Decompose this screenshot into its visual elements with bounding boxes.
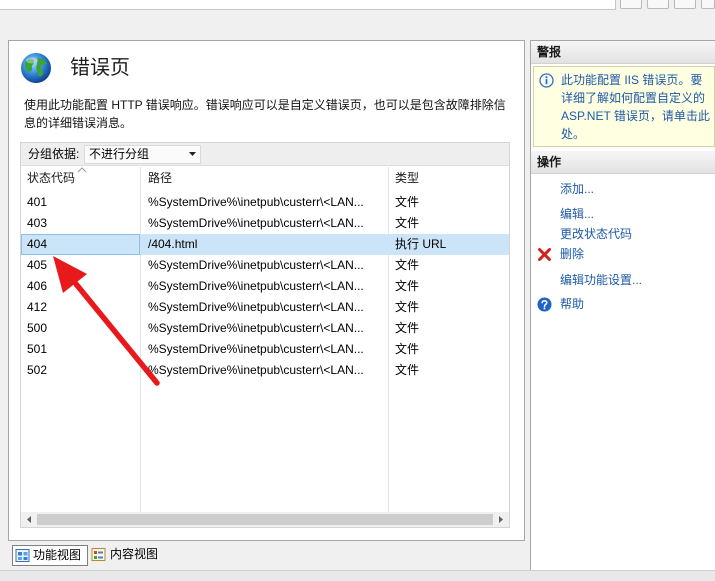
edit-feature-settings-action[interactable]: 编辑功能设置... (560, 270, 642, 290)
type-cell: 文件 (395, 300, 420, 314)
alerts-header[interactable]: 警报 (531, 41, 715, 64)
path-cell: %SystemDrive%\inetpub\custerr\<LAN... (148, 279, 364, 293)
toolbar-button[interactable] (647, 0, 669, 9)
feature-pane: 错误页 使用此功能配置 HTTP 错误响应。错误响应可以是自定义错误页，也可以是… (8, 40, 525, 541)
table-row[interactable]: 502 %SystemDrive%\inetpub\custerr\<LAN..… (21, 360, 509, 381)
type-cell: 文件 (395, 216, 420, 230)
group-by-bar: 分组依据: 不进行分组 (21, 143, 509, 166)
description-line: 息的详细错误消息。 (24, 116, 133, 130)
path-cell: /404.html (148, 237, 198, 251)
actions-header[interactable]: 操作 (531, 151, 715, 174)
table-row[interactable]: 405 %SystemDrive%\inetpub\custerr\<LAN..… (21, 255, 509, 276)
type-cell: 文件 (395, 258, 420, 272)
type-cell: 执行 URL (395, 237, 447, 251)
table-row-selected[interactable]: 404 /404.html 执行 URL (21, 234, 509, 255)
alert-text-line: 处。 (561, 127, 586, 141)
path-cell: %SystemDrive%\inetpub\custerr\<LAN... (148, 342, 364, 356)
edit-action[interactable]: 编辑... (560, 204, 594, 224)
description-line: 使用此功能配置 HTTP 错误响应。错误响应可以是自定义错误页，也可以是包含故障… (24, 98, 506, 112)
chevron-down-icon (189, 152, 196, 156)
help-icon (537, 297, 552, 312)
alert-help-link[interactable]: 此功能配置 IIS 错误页。要 详细了解如何配置自定义的 ASP.NET 错误页… (561, 71, 710, 143)
alert-text-line: ASP.NET 错误页，请单击此 (561, 109, 710, 123)
add-action[interactable]: 添加... (560, 179, 594, 199)
status-bar (0, 570, 715, 581)
status-code-cell: 412 (27, 300, 48, 314)
delete-action[interactable]: 删除 (560, 244, 584, 264)
status-code-cell: 501 (27, 342, 48, 356)
column-header-type[interactable]: 类型 (395, 167, 419, 190)
scrollbar-thumb[interactable] (37, 514, 493, 525)
alerts-header-title: 警报 (537, 45, 562, 59)
status-code-cell: 401 (27, 195, 48, 209)
type-cell: 文件 (395, 321, 420, 335)
toolbar-button[interactable] (620, 0, 642, 9)
column-header-path[interactable]: 路径 (148, 167, 172, 190)
status-code-cell: 404 (21, 234, 140, 255)
top-toolbar-strip (0, 0, 616, 10)
path-cell: %SystemDrive%\inetpub\custerr\<LAN... (148, 216, 364, 230)
group-by-value: 不进行分组 (89, 147, 150, 161)
type-cell: 文件 (395, 279, 420, 293)
help-action[interactable]: 帮助 (560, 294, 584, 314)
path-cell: %SystemDrive%\inetpub\custerr\<LAN... (148, 258, 364, 272)
change-status-code-action[interactable]: 更改状态代码 (560, 224, 632, 244)
status-code-cell: 502 (27, 363, 48, 377)
scroll-right-icon[interactable] (493, 512, 509, 527)
column-header-status-code[interactable]: 状态代码 (27, 167, 75, 190)
alert-text-line: 此功能配置 IIS 错误页。要 (561, 73, 703, 87)
toolbar-button[interactable] (674, 0, 696, 9)
alert-box: 此功能配置 IIS 错误页。要 详细了解如何配置自定义的 ASP.NET 错误页… (533, 66, 715, 147)
type-cell: 文件 (395, 342, 420, 356)
type-cell: 文件 (395, 363, 420, 377)
content-view-icon (91, 548, 106, 561)
toolbar-button[interactable] (701, 0, 715, 9)
status-code-cell: 405 (27, 258, 48, 272)
globe-icon (20, 52, 52, 84)
table-row[interactable]: 401 %SystemDrive%\inetpub\custerr\<LAN..… (21, 192, 509, 213)
info-icon (539, 73, 554, 88)
tab-label: 功能视图 (33, 548, 82, 562)
horizontal-scrollbar[interactable] (21, 512, 509, 527)
type-cell: 文件 (395, 195, 420, 209)
table-row[interactable]: 500 %SystemDrive%\inetpub\custerr\<LAN..… (21, 318, 509, 339)
status-code-cell: 406 (27, 279, 48, 293)
status-code-cell: 403 (27, 216, 48, 230)
status-code-cell: 500 (27, 321, 48, 335)
group-by-label: 分组依据: (28, 147, 80, 161)
page-title: 错误页 (70, 57, 130, 79)
scroll-left-icon[interactable] (21, 512, 37, 527)
path-cell: %SystemDrive%\inetpub\custerr\<LAN... (148, 321, 364, 335)
tab-features-view[interactable]: 功能视图 (12, 545, 88, 566)
path-cell: %SystemDrive%\inetpub\custerr\<LAN... (148, 300, 364, 314)
actions-header-title: 操作 (537, 155, 562, 169)
alert-text-line: 详细了解如何配置自定义的 (561, 91, 706, 105)
tab-content-view[interactable]: 内容视图 (89, 545, 161, 566)
sort-ascending-icon (77, 167, 87, 173)
table-row[interactable]: 406 %SystemDrive%\inetpub\custerr\<LAN..… (21, 276, 509, 297)
page-description: 使用此功能配置 HTTP 错误响应。错误响应可以是自定义错误页，也可以是包含故障… (24, 96, 506, 132)
path-cell: %SystemDrive%\inetpub\custerr\<LAN... (148, 363, 364, 377)
group-by-dropdown[interactable]: 不进行分组 (84, 145, 201, 164)
path-cell: %SystemDrive%\inetpub\custerr\<LAN... (148, 195, 364, 209)
table-row[interactable]: 403 %SystemDrive%\inetpub\custerr\<LAN..… (21, 213, 509, 234)
features-view-icon (15, 549, 30, 562)
table-row[interactable]: 501 %SystemDrive%\inetpub\custerr\<LAN..… (21, 339, 509, 360)
table-row[interactable]: 412 %SystemDrive%\inetpub\custerr\<LAN..… (21, 297, 509, 318)
tab-label: 内容视图 (110, 547, 159, 561)
error-pages-list: 分组依据: 不进行分组 状态代码 路径 类型 401 %SystemDrive%… (20, 142, 510, 528)
delete-icon (538, 248, 551, 261)
column-header-row: 状态代码 路径 类型 (21, 167, 509, 190)
actions-pane: 警报 此功能配置 IIS 错误页。要 详细了解如何配置自定义的 ASP.NET … (530, 40, 715, 570)
